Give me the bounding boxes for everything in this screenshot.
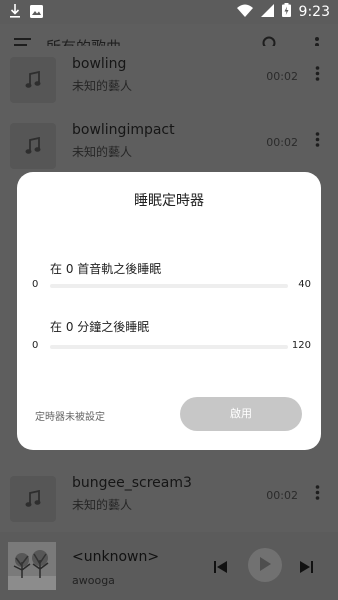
signal-icon xyxy=(260,3,274,21)
song-row[interactable]: bowling 未知的藝人 00:02 xyxy=(0,46,338,112)
song-title: bungee_scream3 xyxy=(72,475,192,491)
sleep-timer-dialog: 睡眠定時器 在 0 首音軌之後睡眠 0 40 在 0 分鐘之後睡眠 0 120 … xyxy=(17,172,321,450)
song-title: bowlingimpact xyxy=(72,122,175,138)
song-artist: 未知的藝人 xyxy=(72,79,133,93)
song-row[interactable]: bowlingimpact 未知的藝人 00:02 xyxy=(0,112,338,178)
skip-previous-icon[interactable] xyxy=(214,558,227,577)
album-art xyxy=(8,542,56,590)
more-vert-icon[interactable] xyxy=(315,485,320,504)
tracks-min-label: 0 xyxy=(32,279,39,290)
more-vert-icon[interactable] xyxy=(315,66,320,85)
tracks-slider[interactable] xyxy=(50,284,288,288)
minutes-slider[interactable] xyxy=(50,345,288,349)
wifi-icon xyxy=(236,4,253,21)
tracks-label: 在 0 首音軌之後睡眠 xyxy=(50,262,162,276)
song-duration: 00:02 xyxy=(266,70,298,83)
download-icon xyxy=(10,4,20,22)
timer-status-text: 定時器未被設定 xyxy=(35,412,105,423)
minutes-label: 在 0 分鐘之後睡眠 xyxy=(50,320,150,334)
song-duration: 00:02 xyxy=(266,136,298,149)
enable-button[interactable]: 啟用 xyxy=(180,397,302,431)
dialog-title: 睡眠定時器 xyxy=(134,193,204,209)
song-artist: 未知的藝人 xyxy=(72,498,133,512)
battery-charging-icon xyxy=(281,3,291,21)
play-button[interactable] xyxy=(248,548,282,582)
play-icon xyxy=(259,556,271,575)
song-row[interactable]: bungee_scream3 未知的藝人 00:02 xyxy=(0,465,338,531)
music-note-icon xyxy=(10,123,56,169)
song-artist: 未知的藝人 xyxy=(72,145,133,159)
status-time: 9:23 xyxy=(298,4,330,20)
status-bar: 9:23 xyxy=(0,0,338,24)
music-note-icon xyxy=(10,57,56,103)
song-title: bowling xyxy=(72,56,127,72)
minutes-max-label: 120 xyxy=(291,340,311,351)
more-vert-icon[interactable] xyxy=(315,132,320,151)
song-duration: 00:02 xyxy=(266,489,298,502)
minutes-min-label: 0 xyxy=(32,340,39,351)
now-playing-title: <unknown> xyxy=(72,549,160,565)
now-playing-artist: awooga xyxy=(72,574,115,587)
skip-next-icon[interactable] xyxy=(300,558,313,577)
music-note-icon xyxy=(10,476,56,522)
now-playing-bar[interactable]: <unknown> awooga xyxy=(0,532,338,600)
image-icon xyxy=(30,4,43,22)
tracks-max-label: 40 xyxy=(298,279,311,290)
